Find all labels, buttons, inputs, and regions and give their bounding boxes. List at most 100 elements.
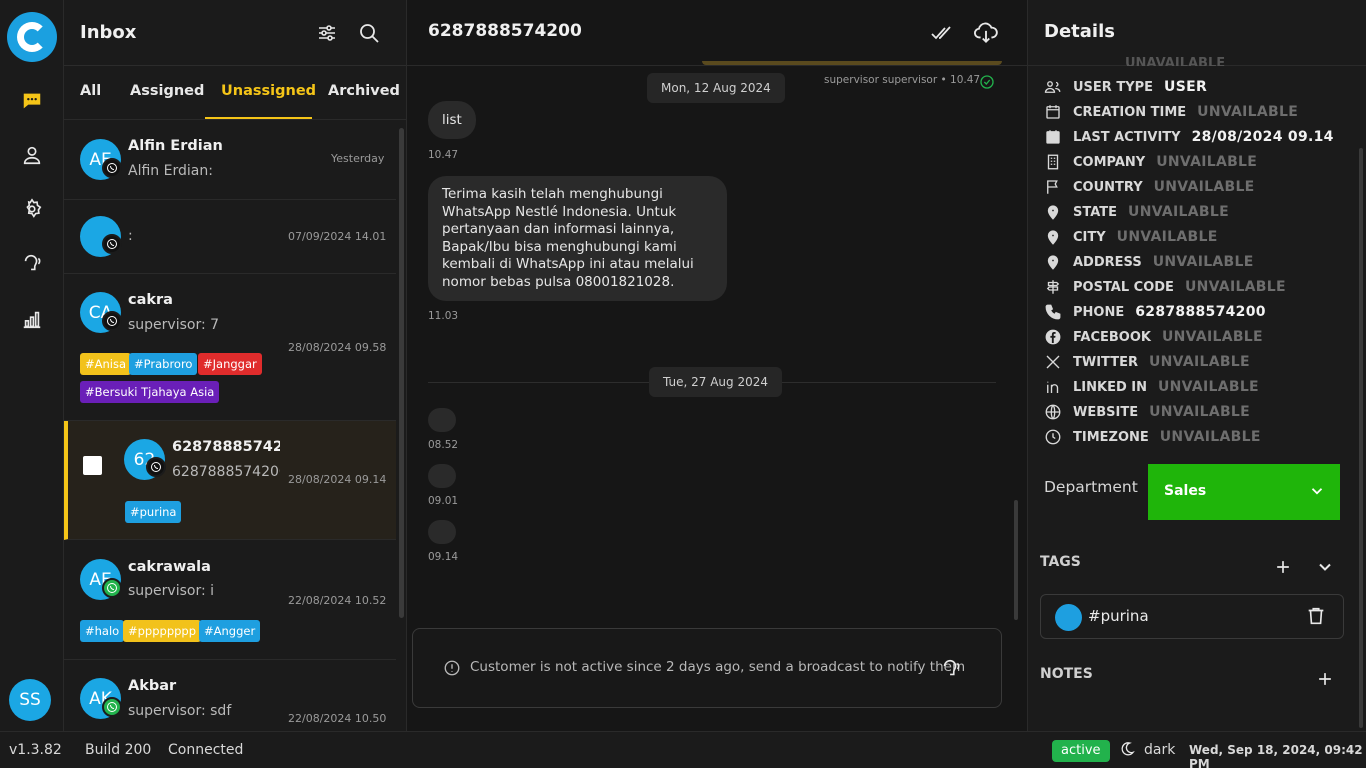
message-time: 11.03 (428, 310, 459, 322)
message-time: 09.14 (428, 551, 459, 563)
calendar-icon (1044, 103, 1062, 121)
message-preview: 6287888574200: (172, 464, 280, 480)
incoming-message[interactable]: list (428, 101, 476, 139)
tab-assigned[interactable]: Assigned (130, 83, 204, 99)
whatsapp-icon (146, 457, 166, 477)
detail-value: UNVAILABLE (1158, 379, 1259, 395)
add-note-icon[interactable] (1315, 669, 1335, 693)
detail-label: CITY (1073, 229, 1106, 245)
details-scrollbar[interactable] (1359, 148, 1363, 728)
tab-archived[interactable]: Archived (328, 83, 400, 99)
detail-value[interactable]: 6287888574200 (1135, 304, 1266, 320)
detail-value: UNVAILABLE (1161, 329, 1263, 345)
contact-name: cakra (128, 292, 173, 308)
tag-chip[interactable]: #pppppppp (123, 620, 202, 642)
detail-label: COMPANY (1073, 154, 1146, 170)
tag-chip[interactable]: #Janggar (198, 353, 262, 375)
inbox-panel: Inbox All Assigned Unassigned Archived A… (64, 0, 407, 731)
flag-icon (1044, 178, 1062, 196)
contact-icon[interactable] (19, 142, 45, 168)
conversation-item[interactable]: AE cakrawala supervisor: i 22/08/2024 10… (64, 541, 396, 660)
detail-value[interactable]: 28/08/2024 09.14 (1192, 129, 1334, 145)
inbox-header: Inbox (64, 0, 406, 66)
delete-icon[interactable] (1305, 605, 1327, 631)
empty-message[interactable] (428, 408, 456, 432)
mark-read-icon[interactable] (930, 21, 954, 49)
chevron-down-icon[interactable] (1315, 557, 1335, 581)
contact-name: cakrawala (128, 559, 211, 575)
conversation-item-selected[interactable]: 62 6287888574200 6287888574200: 28/08/20… (64, 421, 396, 540)
department-label: Department (1044, 478, 1138, 496)
incoming-message[interactable]: Terima kasih telah menghubungi WhatsApp … (428, 176, 727, 301)
previous-message-edge (702, 61, 1002, 65)
tab-unassigned[interactable]: Unassigned (221, 83, 316, 99)
detail-row-company: COMPANY UNVAILABLE (1044, 152, 1257, 172)
add-tag-icon[interactable] (1273, 557, 1293, 581)
detail-row-last-activity: LAST ACTIVITY 28/08/2024 09.14 (1044, 127, 1334, 147)
department-select[interactable]: Sales (1148, 464, 1340, 520)
theme-label[interactable]: dark (1144, 742, 1175, 758)
message-preview: supervisor: 7 (128, 317, 220, 333)
department-value: Sales (1164, 483, 1207, 499)
broadcast-icon[interactable] (19, 250, 45, 276)
conversation-time: 28/08/2024 09.58 (288, 341, 387, 354)
broadcast-icon[interactable] (940, 657, 962, 683)
app-logo[interactable] (7, 12, 57, 62)
calendar-filled-icon (1044, 128, 1062, 146)
whatsapp-icon (102, 311, 122, 331)
conversation-item[interactable]: : 07/09/2024 14.01 (64, 200, 396, 274)
conversation-item[interactable]: AK Akbar supervisor: sdf 22/08/2024 10.5… (64, 660, 396, 731)
message-preview: : (128, 228, 133, 244)
empty-message[interactable] (428, 520, 456, 544)
pin-icon (1044, 228, 1062, 246)
detail-row-creation-time: CREATION TIME UNVAILABLE (1044, 102, 1298, 122)
datetime-label: Wed, Sep 18, 2024, 09:42 PM (1189, 743, 1363, 768)
detail-value: UNVAILABLE (1116, 229, 1218, 245)
tag-chip[interactable]: #Prabroro (129, 353, 198, 375)
conversation-item[interactable]: CA cakra supervisor: 7 28/08/2024 09.58 … (64, 274, 396, 421)
conversation-time: 22/08/2024 10.52 (288, 594, 387, 607)
detail-label: TIMEZONE (1073, 429, 1149, 445)
detail-label: POSTAL CODE (1073, 279, 1174, 295)
detail-row-twitter: TWITTER UNVAILABLE (1044, 352, 1250, 372)
detail-value: UNVAILABLE (1128, 204, 1229, 220)
user-avatar[interactable]: SS (9, 679, 51, 721)
detail-row-state: STATE UNVAILABLE (1044, 202, 1229, 222)
chat-scrollbar[interactable] (1014, 500, 1018, 620)
building-icon (1044, 153, 1062, 171)
settings-icon[interactable] (19, 196, 45, 222)
clock-icon (1044, 428, 1062, 446)
detail-row-facebook: FACEBOOK UNVAILABLE (1044, 327, 1263, 347)
tag-card: #purina (1040, 594, 1344, 639)
analytics-icon[interactable] (19, 306, 45, 332)
tag-chip[interactable]: #halo (80, 620, 125, 642)
users-icon (1044, 78, 1062, 96)
message-time: 09.01 (428, 495, 459, 507)
chat-header: 6287888574200 (407, 0, 1027, 66)
whatsapp-icon (102, 578, 122, 598)
tag-chip[interactable]: #Anisa (80, 353, 132, 375)
select-checkbox[interactable] (83, 456, 102, 475)
date-separator: Mon, 12 Aug 2024 (647, 73, 785, 103)
facebook-icon (1044, 328, 1062, 346)
tab-all[interactable]: All (80, 83, 101, 99)
chat-icon[interactable] (19, 88, 45, 114)
download-icon[interactable] (973, 19, 999, 49)
status-badge[interactable]: active (1052, 740, 1110, 762)
inbox-title: Inbox (80, 22, 137, 43)
tag-chip[interactable]: #Angger (199, 620, 261, 642)
tag-chip[interactable]: #Bersuki Tjahaya Asia (80, 381, 220, 403)
filter-icon[interactable] (315, 21, 339, 45)
phone-icon (1044, 303, 1062, 321)
empty-message[interactable] (428, 464, 456, 488)
version-label: v1.3.82 (9, 742, 62, 758)
moon-icon[interactable] (1119, 740, 1135, 762)
detail-value[interactable]: USER (1164, 79, 1207, 95)
detail-label: LAST ACTIVITY (1073, 129, 1181, 145)
inbox-scrollbar[interactable] (399, 128, 404, 618)
chat-title: 6287888574200 (428, 21, 582, 41)
conversation-item[interactable]: AE Alfin Erdian Alfin Erdian: Yesterday (64, 126, 396, 200)
detail-label: PHONE (1073, 304, 1125, 320)
search-icon[interactable] (357, 21, 381, 45)
tag-chip[interactable]: #purina (125, 501, 182, 523)
